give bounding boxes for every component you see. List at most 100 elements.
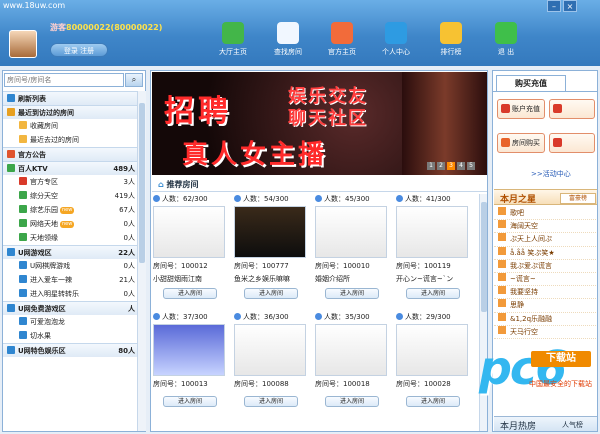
tab-buy-recharge[interactable]: 购买充值: [496, 75, 566, 91]
room-thumbnail[interactable]: [396, 324, 468, 376]
tree-item[interactable]: 收藏房间: [3, 119, 137, 133]
room-user-count: 人数：29/300: [396, 312, 476, 323]
toolbar-button-1[interactable]: 查找房间: [268, 22, 308, 62]
extra-button-2[interactable]: [549, 133, 595, 153]
enter-room-button[interactable]: 进入房间: [244, 396, 298, 407]
room-card[interactable]: 人数：37/300 房间号：100013 进入房间: [153, 312, 233, 430]
tree-item[interactable]: 网络天地 new 0人: [3, 217, 137, 231]
avatar[interactable]: [9, 30, 37, 58]
tree-item[interactable]: 天地领缘 0人: [3, 231, 137, 245]
star-name: ぷ天上人间ぷ: [510, 235, 552, 244]
star-item[interactable]: å.åå 笑ぷ笑★: [494, 246, 597, 260]
room-icon: [19, 275, 27, 283]
banner-dot[interactable]: 1: [427, 162, 435, 170]
room-card[interactable]: 人数：45/300 房间号：100010 婚姻介绍所 进入房间: [315, 194, 395, 312]
search-input[interactable]: [4, 73, 124, 87]
tree-group[interactable]: U网游戏区 22人: [3, 245, 137, 259]
star-item[interactable]: 海阔天空: [494, 220, 597, 234]
tree-group[interactable]: U网免费游戏区 人: [3, 301, 137, 315]
window-controls: – ×: [545, 0, 577, 12]
tree-group[interactable]: 刷新列表: [3, 91, 137, 105]
tree-item[interactable]: 进入爱车一辣 21人: [3, 273, 137, 287]
enter-room-button[interactable]: 进入房间: [406, 288, 460, 299]
room-count-text: 人数：62/300: [162, 195, 208, 203]
star-name: &1,2q乐融融: [510, 314, 553, 323]
star-item[interactable]: &1,2q乐融融: [494, 312, 597, 326]
room-card[interactable]: 人数：35/300 房间号：100018 进入房间: [315, 312, 395, 430]
banner-pager: 12345: [427, 160, 477, 170]
tree-item[interactable]: 官方专区 3人: [3, 175, 137, 189]
room-card[interactable]: 人数：29/300 房间号：100028 进入房间: [396, 312, 476, 430]
toolbar-button-2[interactable]: 官方主页: [322, 22, 362, 62]
tree-group[interactable]: 百人KTV 489人: [3, 161, 137, 175]
toolbar-button-5[interactable]: 退 出: [486, 22, 526, 62]
buy-room-button[interactable]: 房间购买: [497, 133, 545, 153]
tree-group[interactable]: 最近到访过的房间: [3, 105, 137, 119]
promo-banner[interactable]: 招聘 娱乐交友 聊天社区 真人女主播 12345: [152, 72, 487, 175]
room-thumbnail[interactable]: [234, 206, 306, 258]
banner-dot[interactable]: 5: [467, 162, 475, 170]
star-item[interactable]: 思静: [494, 299, 597, 313]
rank-icon: [498, 220, 506, 229]
header: www.18uw.com – × 游客80000022(80000022) 登录 …: [0, 0, 600, 66]
rank-icon: [498, 325, 506, 334]
room-thumbnail[interactable]: [153, 206, 225, 258]
tree-group[interactable]: U网特色娱乐区 80人: [3, 343, 137, 357]
room-card[interactable]: 人数：41/300 房间号：100119 开心ン~谎言~`ン 进入房间: [396, 194, 476, 312]
banner-dot[interactable]: 2: [437, 162, 445, 170]
tree-label: 天地领缘: [30, 234, 58, 242]
star-item[interactable]: 天马行空: [494, 325, 597, 339]
room-thumbnail[interactable]: [315, 324, 387, 376]
room-thumbnail[interactable]: [234, 324, 306, 376]
tree-item[interactable]: 切水果: [3, 329, 137, 343]
toolbar-button-0[interactable]: 大厅主页: [213, 22, 253, 62]
close-button[interactable]: ×: [563, 0, 577, 12]
group-icon: [7, 94, 15, 102]
room-thumbnail[interactable]: [396, 206, 468, 258]
scroll-thumb[interactable]: [139, 103, 145, 263]
star-item[interactable]: 我要坚持: [494, 286, 597, 300]
tree-item[interactable]: 可爱泡泡龙: [3, 315, 137, 329]
toolbar-button-3[interactable]: 个人中心: [376, 22, 416, 62]
enter-room-button[interactable]: 进入房间: [406, 396, 460, 407]
tree-item[interactable]: 进入明星转转乐 0人: [3, 287, 137, 301]
room-name: 鱼米之乡娱乐嘛嘛: [234, 275, 290, 283]
banner-headline-2: 真人女主播: [182, 140, 328, 170]
scroll-thumb[interactable]: [481, 202, 487, 312]
toolbar-button-4[interactable]: 排行榜: [431, 22, 471, 62]
room-id: 房间号：100010: [315, 262, 370, 270]
enter-room-button[interactable]: 进入房间: [163, 396, 217, 407]
rich-rank-tab[interactable]: 富豪榜: [560, 193, 596, 204]
room-card[interactable]: 人数：54/300 房间号：100777 鱼米之乡娱乐嘛嘛 进入房间: [234, 194, 314, 312]
minimize-button[interactable]: –: [547, 0, 561, 12]
extra-button-1[interactable]: [549, 99, 595, 119]
room-thumbnail[interactable]: [315, 206, 387, 258]
room-thumbnail[interactable]: [153, 324, 225, 376]
star-item[interactable]: ~谎言~: [494, 272, 597, 287]
login-register-button[interactable]: 登录 注册: [50, 43, 108, 57]
banner-dot[interactable]: 3: [447, 162, 455, 170]
rank-icon: [498, 312, 506, 321]
tree-item[interactable]: 综分天空 419人: [3, 189, 137, 203]
star-item[interactable]: 我ぷ爱ぷ谎言: [494, 259, 597, 273]
star-item[interactable]: ぷ天上人间ぷ: [494, 233, 597, 247]
enter-room-button[interactable]: 进入房间: [325, 288, 379, 299]
tree-group[interactable]: 官方公告: [3, 147, 137, 161]
enter-room-button[interactable]: 进入房间: [325, 396, 379, 407]
rank-icon: [498, 259, 506, 268]
room-card[interactable]: 人数：36/300 房间号：100088 进入房间: [234, 312, 314, 430]
banner-dot[interactable]: 4: [457, 162, 465, 170]
room-count-text: 人数：35/300: [324, 313, 370, 321]
search-button[interactable]: ⌕: [125, 73, 143, 87]
recharge-button[interactable]: 账户充值: [497, 99, 545, 119]
enter-room-button[interactable]: 进入房间: [244, 288, 298, 299]
left-scrollbar[interactable]: [137, 91, 146, 431]
main-content: 招聘 娱乐交友 聊天社区 真人女主播 12345 ⌂ 推荐房间 人数：62/30…: [150, 70, 488, 432]
tree-item[interactable]: U网棋牌游戏 0人: [3, 259, 137, 273]
enter-room-button[interactable]: 进入房间: [163, 288, 217, 299]
tree-item[interactable]: 最近去过的房间: [3, 133, 137, 147]
room-card[interactable]: 人数：62/300 房间号：100012 小甜甜烟雨江南 进入房间: [153, 194, 233, 312]
tree-item[interactable]: 综艺乐园 new 67人: [3, 203, 137, 217]
activity-center-link[interactable]: >>活动中心: [531, 169, 571, 179]
star-item[interactable]: 歌吧: [494, 207, 597, 221]
